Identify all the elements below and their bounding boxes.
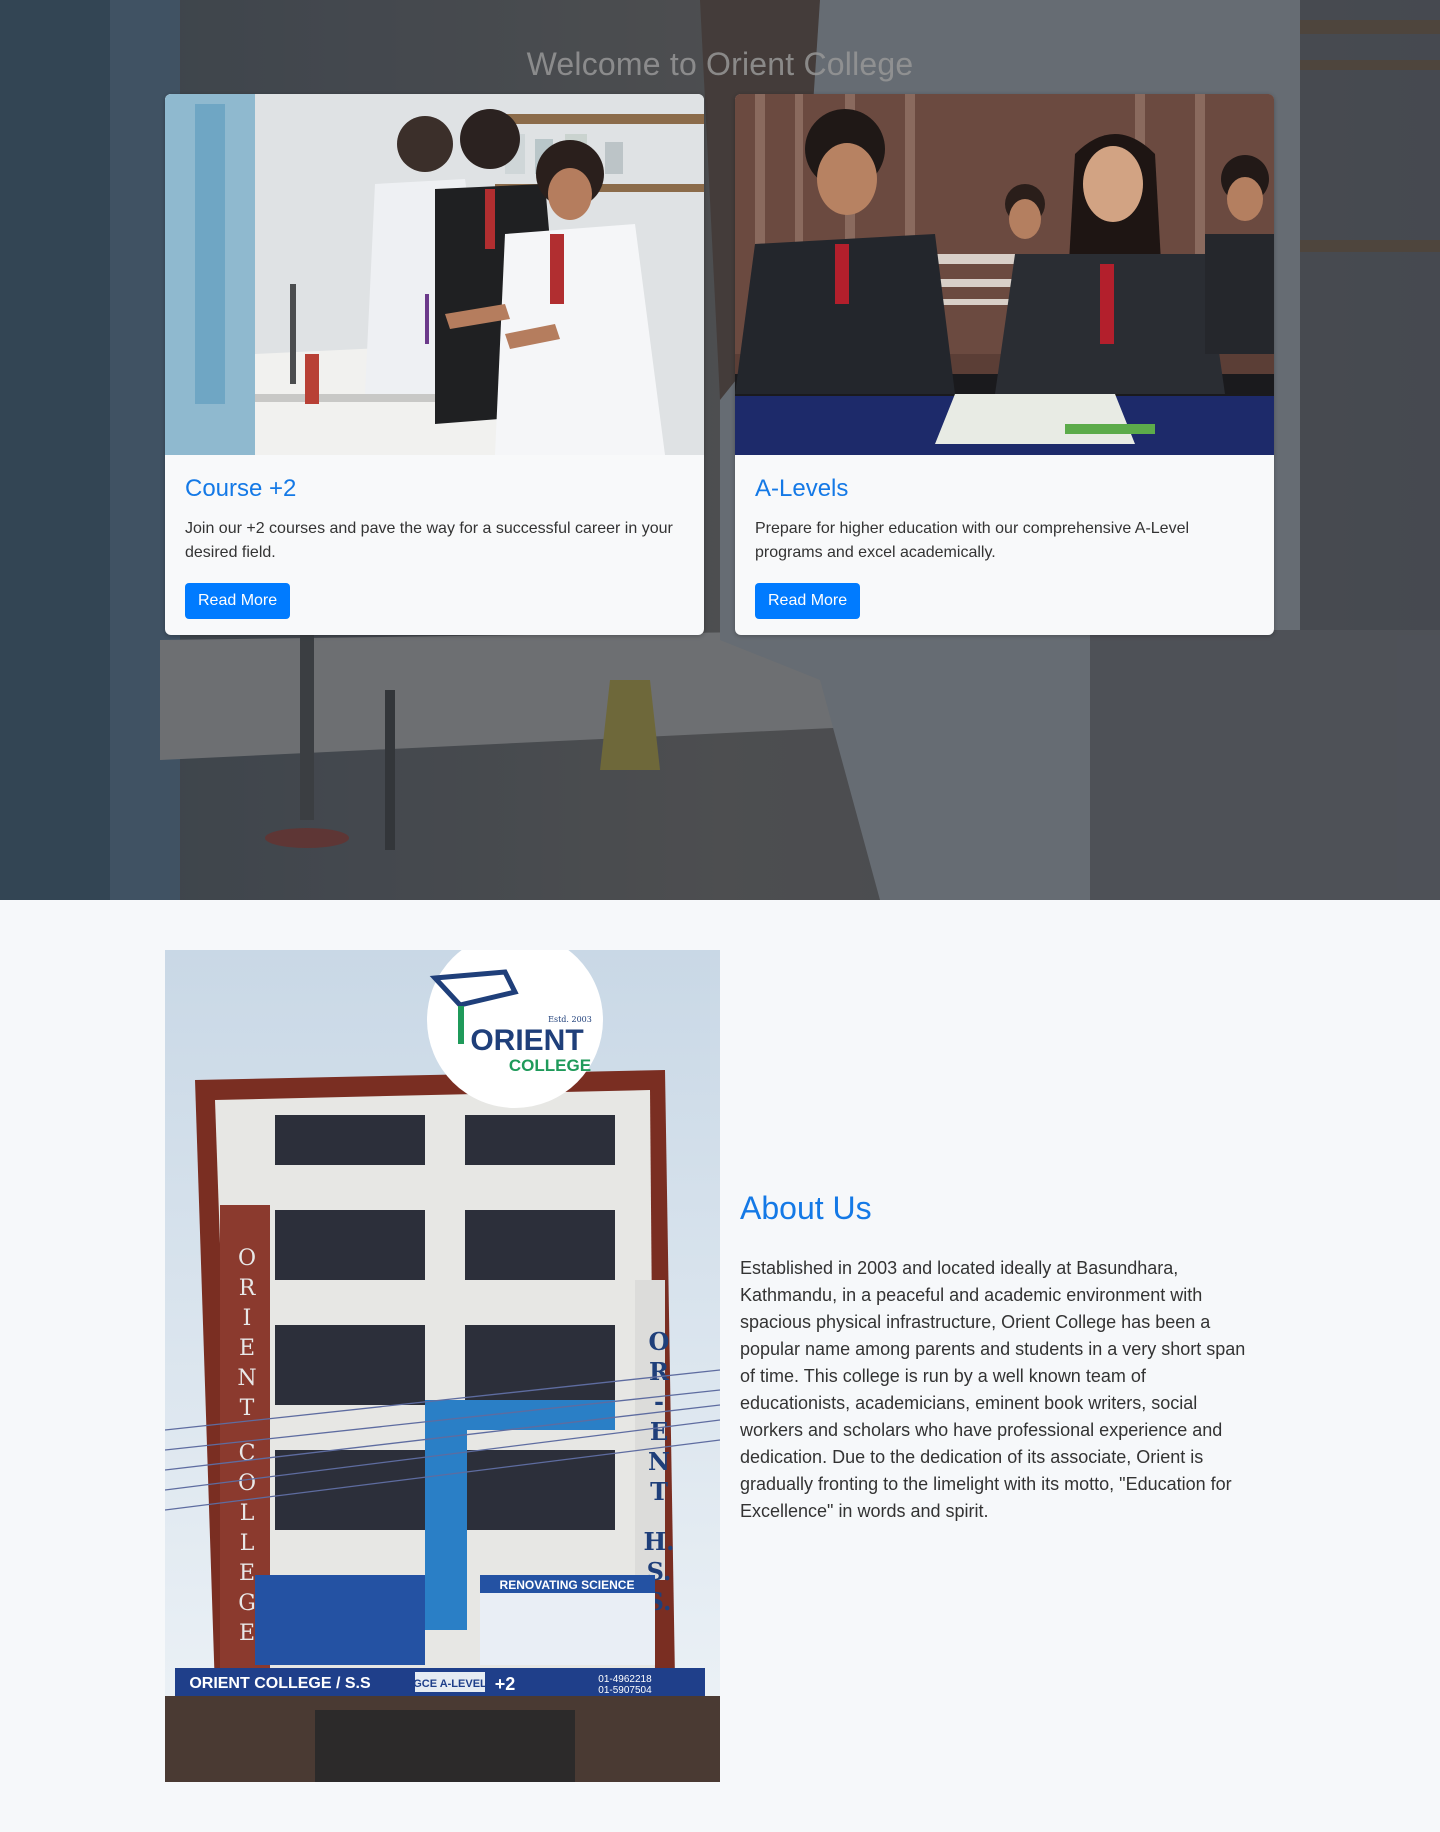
svg-text:GCE A-LEVEL: GCE A-LEVEL [413, 1678, 487, 1690]
svg-text:COLLEGE: COLLEGE [509, 1056, 591, 1075]
about-paragraph: Established in 2003 and located ideally … [740, 1258, 1246, 1521]
svg-text:RENOVATING SCIENCE: RENOVATING SCIENCE [500, 1578, 635, 1592]
college-building-image: O R I E N T C O L L E G E O R - E N T H.… [165, 950, 720, 1782]
svg-text:T: T [240, 1396, 255, 1421]
svg-text:E: E [239, 1561, 255, 1586]
svg-text:E: E [239, 1336, 255, 1361]
svg-text:C: C [239, 1441, 256, 1466]
about-section: O R I E N T C O L L E G E O R - E N T H.… [0, 900, 1440, 1832]
card-image-lab-students [165, 94, 704, 455]
about-heading: About Us [740, 1190, 872, 1226]
about-content: About Us Established in 2003 and located… [740, 1190, 1250, 1525]
course-card-plus2: Course +2 Join our +2 courses and pave t… [165, 94, 704, 635]
card-title: Course +2 [185, 475, 297, 502]
card-image-classroom-students [735, 94, 1274, 455]
svg-text:I: I [243, 1306, 252, 1331]
svg-text:N: N [237, 1366, 256, 1391]
svg-text:+2: +2 [495, 1674, 516, 1694]
svg-text:R: R [649, 1357, 670, 1386]
svg-text:ORIENT: ORIENT [470, 1024, 583, 1057]
svg-text:E: E [650, 1417, 668, 1446]
card-text: Prepare for higher education with our co… [755, 520, 1190, 561]
svg-text:L: L [240, 1501, 255, 1526]
svg-text:E: E [239, 1621, 255, 1646]
card-text: Join our +2 courses and pave the way for… [185, 520, 673, 561]
svg-text:Estd. 2003: Estd. 2003 [548, 1015, 592, 1024]
hero-section: Welcome to Orient College Course +2 Join… [0, 0, 1440, 900]
svg-text:01-5907504: 01-5907504 [598, 1685, 652, 1696]
svg-text:O: O [649, 1327, 670, 1356]
hero-title: Welcome to Orient College [526, 46, 914, 82]
svg-text:O: O [238, 1471, 256, 1496]
svg-text:R: R [239, 1276, 257, 1301]
svg-text:T: T [650, 1477, 668, 1506]
svg-text:H.: H. [643, 1527, 674, 1556]
svg-text:01-4962218: 01-4962218 [598, 1674, 652, 1685]
svg-text:N: N [648, 1447, 670, 1476]
svg-text:L: L [240, 1531, 255, 1556]
card-title: A-Levels [755, 475, 849, 502]
read-more-button[interactable]: Read More [185, 583, 291, 619]
course-card-a-levels: A-Levels Prepare for higher education wi… [735, 94, 1274, 635]
svg-text:ORIENT COLLEGE / S.S: ORIENT COLLEGE / S.S [189, 1675, 371, 1692]
svg-text:G: G [238, 1591, 256, 1616]
svg-text:O: O [238, 1246, 256, 1271]
read-more-button[interactable]: Read More [755, 583, 861, 619]
